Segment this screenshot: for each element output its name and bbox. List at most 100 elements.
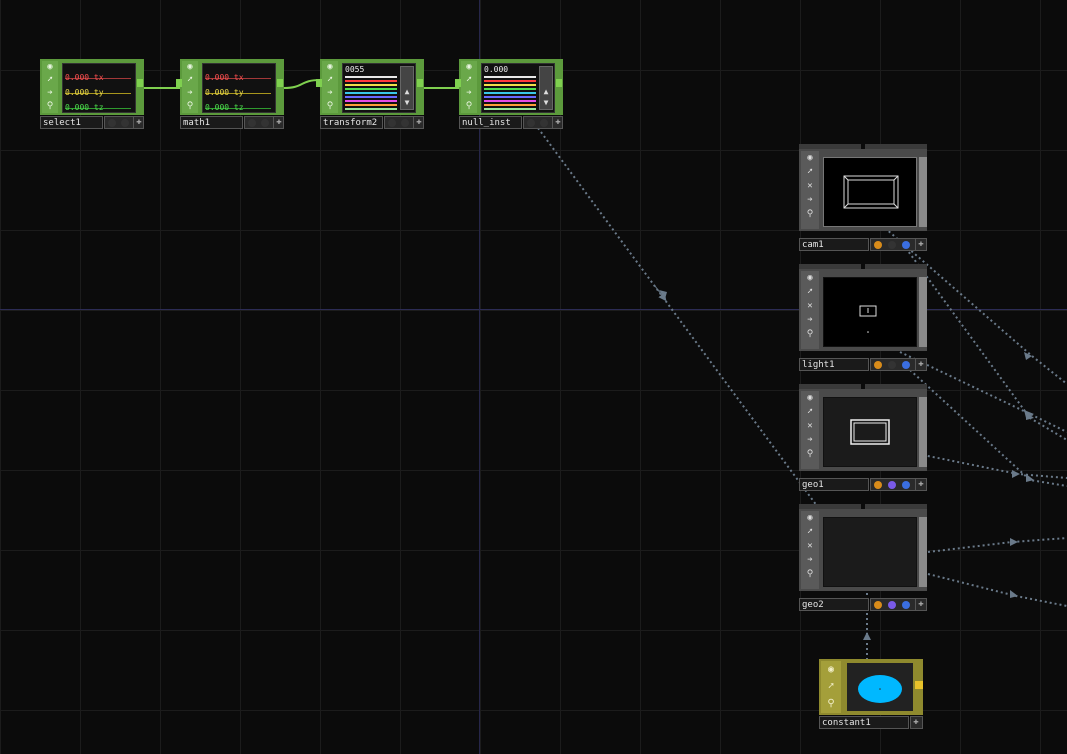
- bypass-flag-icon[interactable]: [388, 119, 396, 127]
- scroll-up-icon[interactable]: ▲: [540, 87, 552, 97]
- material-flag-icon[interactable]: [888, 361, 896, 369]
- plus-icon[interactable]: ✚: [915, 359, 926, 370]
- export-flag-icon[interactable]: ⚲: [801, 327, 819, 341]
- display-flag-icon[interactable]: ➔: [322, 87, 338, 100]
- node-name[interactable]: light1: [799, 358, 869, 371]
- output-connector[interactable]: [919, 277, 927, 347]
- cook-flag-icon[interactable]: ➚: [801, 285, 819, 299]
- export-flag-icon[interactable]: ⚲: [42, 100, 58, 113]
- export-flag-icon[interactable]: ⚲: [801, 447, 819, 461]
- node-light1[interactable]: ◉ ➚ ✕ ➔ ⚲ light1 ✚: [799, 264, 927, 373]
- node-name[interactable]: constant1: [819, 716, 909, 729]
- output-connector[interactable]: [919, 157, 927, 227]
- plus-icon[interactable]: ✚: [133, 117, 144, 128]
- cook-flag-icon[interactable]: ➚: [821, 678, 841, 695]
- display-flag-icon[interactable]: ➔: [461, 87, 477, 100]
- node-select1[interactable]: ◉ ➚ ➔ ⚲ 0.000 tx 0.000 ty 0.000 tz selec…: [40, 59, 144, 131]
- viewer-flag-icon[interactable]: ◉: [801, 511, 819, 525]
- render-flag-icon[interactable]: [874, 241, 882, 249]
- material-flag-icon[interactable]: [888, 241, 896, 249]
- node-name[interactable]: transform2: [320, 116, 383, 129]
- close-icon[interactable]: ✕: [801, 419, 819, 433]
- bypass-flag-icon[interactable]: [527, 119, 535, 127]
- node-status-flags[interactable]: ✚: [384, 116, 424, 129]
- scroll-down-icon[interactable]: ▼: [540, 98, 552, 108]
- cook-flag-icon[interactable]: ➚: [461, 74, 477, 87]
- plus-icon[interactable]: ✚: [915, 239, 926, 250]
- cook-flag-icon[interactable]: ➚: [801, 405, 819, 419]
- plus-icon[interactable]: ✚: [273, 117, 284, 128]
- display-flag-icon[interactable]: ➔: [182, 87, 198, 100]
- plus-icon[interactable]: ✚: [552, 117, 563, 128]
- close-icon[interactable]: ✕: [801, 179, 819, 193]
- channel-scrollbar[interactable]: ▲ ▼: [400, 66, 414, 110]
- node-name[interactable]: geo1: [799, 478, 869, 491]
- node-status-flags[interactable]: ✚: [910, 716, 923, 729]
- lock-flag-icon[interactable]: [121, 119, 129, 127]
- export-flag-icon[interactable]: ⚲: [801, 567, 819, 581]
- node-name[interactable]: geo2: [799, 598, 869, 611]
- plus-icon[interactable]: ✚: [915, 479, 926, 490]
- node-transform2[interactable]: ◉ ➚ ➔ ⚲ 0055 ▲ ▼ transform2 ✚: [316, 59, 424, 131]
- node-status-flags[interactable]: ✚: [523, 116, 563, 129]
- node-name[interactable]: select1: [40, 116, 103, 129]
- node-name[interactable]: math1: [180, 116, 243, 129]
- plus-icon[interactable]: ✚: [413, 117, 424, 128]
- close-icon[interactable]: ✕: [801, 539, 819, 553]
- node-status-flags[interactable]: ✚: [244, 116, 284, 129]
- instance-flag-icon[interactable]: [902, 241, 910, 249]
- cook-flag-icon[interactable]: ➚: [801, 165, 819, 179]
- lock-flag-icon[interactable]: [401, 119, 409, 127]
- plus-icon[interactable]: ✚: [915, 599, 926, 610]
- output-connector[interactable]: [277, 79, 283, 87]
- instance-flag-icon[interactable]: [902, 481, 910, 489]
- node-geo1[interactable]: ◉ ➚ ✕ ➔ ⚲ geo1 ✚: [799, 384, 927, 493]
- output-connector[interactable]: [556, 79, 562, 87]
- display-flag-icon[interactable]: ➔: [801, 313, 819, 327]
- scroll-down-icon[interactable]: ▼: [401, 98, 413, 108]
- material-flag-icon[interactable]: [888, 601, 896, 609]
- node-status-flags[interactable]: ✚: [104, 116, 144, 129]
- export-flag-icon[interactable]: ⚲: [182, 100, 198, 113]
- node-status-flags[interactable]: ✚: [870, 358, 927, 371]
- output-connector[interactable]: [137, 79, 143, 87]
- node-name[interactable]: cam1: [799, 238, 869, 251]
- scroll-up-icon[interactable]: ▲: [401, 87, 413, 97]
- node-status-flags[interactable]: ✚: [870, 598, 927, 611]
- viewer-flag-icon[interactable]: ◉: [42, 61, 58, 74]
- node-null_inst[interactable]: ◉ ➚ ➔ ⚲ 0.000 ▲ ▼ null_inst ✚: [455, 59, 563, 131]
- output-connector[interactable]: [919, 397, 927, 467]
- lock-flag-icon[interactable]: [261, 119, 269, 127]
- display-flag-icon[interactable]: ➔: [801, 193, 819, 207]
- viewer-flag-icon[interactable]: ◉: [322, 61, 338, 74]
- node-math1[interactable]: ◉ ➚ ➔ ⚲ 0.000 tx 0.000 ty 0.000 tz math1…: [176, 59, 284, 131]
- render-flag-icon[interactable]: [874, 601, 882, 609]
- viewer-flag-icon[interactable]: ◉: [821, 661, 841, 678]
- bypass-flag-icon[interactable]: [108, 119, 116, 127]
- cook-flag-icon[interactable]: ➚: [322, 74, 338, 87]
- node-name[interactable]: null_inst: [459, 116, 522, 129]
- render-flag-icon[interactable]: [874, 361, 882, 369]
- node-status-flags[interactable]: ✚: [870, 478, 927, 491]
- display-flag-icon[interactable]: ➔: [801, 553, 819, 567]
- export-flag-icon[interactable]: ⚲: [821, 695, 841, 712]
- cook-flag-icon[interactable]: ➚: [42, 74, 58, 87]
- viewer-flag-icon[interactable]: ◉: [801, 391, 819, 405]
- plus-icon[interactable]: ✚: [911, 717, 921, 728]
- export-flag-icon[interactable]: ⚲: [322, 100, 338, 113]
- lock-flag-icon[interactable]: [540, 119, 548, 127]
- node-cam1[interactable]: ◉ ➚ ✕ ➔ ⚲ cam1 ✚: [799, 144, 927, 253]
- export-flag-icon[interactable]: ⚲: [801, 207, 819, 221]
- viewer-flag-icon[interactable]: ◉: [182, 61, 198, 74]
- output-connector[interactable]: [417, 79, 423, 87]
- cook-flag-icon[interactable]: ➚: [182, 74, 198, 87]
- node-status-flags[interactable]: ✚: [870, 238, 927, 251]
- instance-flag-icon[interactable]: [902, 601, 910, 609]
- output-connector[interactable]: [915, 681, 923, 689]
- display-flag-icon[interactable]: ➔: [801, 433, 819, 447]
- close-icon[interactable]: ✕: [801, 299, 819, 313]
- export-flag-icon[interactable]: ⚲: [461, 100, 477, 113]
- viewer-flag-icon[interactable]: ◉: [801, 271, 819, 285]
- node-geo2[interactable]: ◉ ➚ ✕ ➔ ⚲ geo2 ✚: [799, 504, 927, 613]
- channel-scrollbar[interactable]: ▲ ▼: [539, 66, 553, 110]
